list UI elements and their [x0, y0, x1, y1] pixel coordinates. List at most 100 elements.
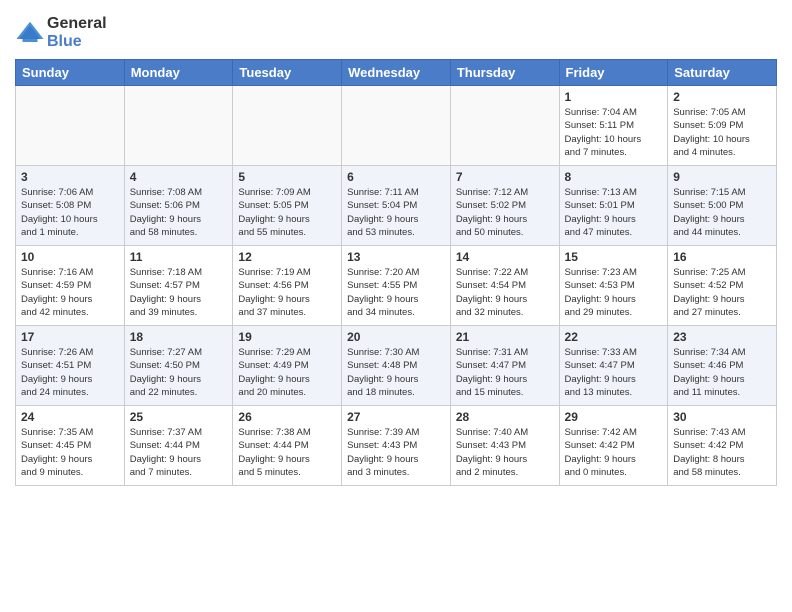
day-number: 25 [130, 410, 228, 424]
day-cell: 29 Sunrise: 7:42 AM Sunset: 4:42 PM Dayli… [559, 406, 668, 486]
day-info: Sunrise: 7:04 AM Sunset: 5:11 PM Dayligh… [565, 106, 663, 159]
day-info: Sunrise: 7:39 AM Sunset: 4:43 PM Dayligh… [347, 426, 445, 479]
day-header-friday: Friday [559, 60, 668, 86]
day-info: Sunrise: 7:19 AM Sunset: 4:56 PM Dayligh… [238, 266, 336, 319]
day-header-tuesday: Tuesday [233, 60, 342, 86]
day-info: Sunrise: 7:27 AM Sunset: 4:50 PM Dayligh… [130, 346, 228, 399]
day-cell: 16 Sunrise: 7:25 AM Sunset: 4:52 PM Dayli… [668, 246, 777, 326]
day-info: Sunrise: 7:26 AM Sunset: 4:51 PM Dayligh… [21, 346, 119, 399]
day-info: Sunrise: 7:11 AM Sunset: 5:04 PM Dayligh… [347, 186, 445, 239]
day-cell [16, 86, 125, 166]
week-row-3: 10 Sunrise: 7:16 AM Sunset: 4:59 PM Dayli… [16, 246, 777, 326]
logo-icon [15, 18, 45, 48]
day-number: 23 [673, 330, 771, 344]
day-number: 1 [565, 90, 663, 104]
day-info: Sunrise: 7:13 AM Sunset: 5:01 PM Dayligh… [565, 186, 663, 239]
day-number: 3 [21, 170, 119, 184]
day-cell: 6 Sunrise: 7:11 AM Sunset: 5:04 PM Daylig… [342, 166, 451, 246]
day-info: Sunrise: 7:05 AM Sunset: 5:09 PM Dayligh… [673, 106, 771, 159]
day-number: 22 [565, 330, 663, 344]
day-cell: 18 Sunrise: 7:27 AM Sunset: 4:50 PM Dayli… [124, 326, 233, 406]
day-cell [124, 86, 233, 166]
day-info: Sunrise: 7:34 AM Sunset: 4:46 PM Dayligh… [673, 346, 771, 399]
page-container: General Blue SundayMondayTuesdayWednesda… [0, 0, 792, 496]
day-number: 16 [673, 250, 771, 264]
day-info: Sunrise: 7:30 AM Sunset: 4:48 PM Dayligh… [347, 346, 445, 399]
day-cell: 11 Sunrise: 7:18 AM Sunset: 4:57 PM Dayli… [124, 246, 233, 326]
day-info: Sunrise: 7:37 AM Sunset: 4:44 PM Dayligh… [130, 426, 228, 479]
day-number: 20 [347, 330, 445, 344]
day-number: 19 [238, 330, 336, 344]
day-cell: 26Sunrise: 7:38 AM Sunset: 4:44 PM Dayli… [233, 406, 342, 486]
day-cell: 7 Sunrise: 7:12 AM Sunset: 5:02 PM Daylig… [450, 166, 559, 246]
day-cell [450, 86, 559, 166]
day-cell: 12 Sunrise: 7:19 AM Sunset: 4:56 PM Dayli… [233, 246, 342, 326]
day-header-monday: Monday [124, 60, 233, 86]
day-header-saturday: Saturday [668, 60, 777, 86]
day-cell: 30Sunrise: 7:43 AM Sunset: 4:42 PM Dayli… [668, 406, 777, 486]
day-cell [342, 86, 451, 166]
day-cell: 28Sunrise: 7:40 AM Sunset: 4:43 PM Dayli… [450, 406, 559, 486]
day-info: Sunrise: 7:35 AM Sunset: 4:45 PM Dayligh… [21, 426, 119, 479]
day-cell: 15Sunrise: 7:23 AM Sunset: 4:53 PM Dayli… [559, 246, 668, 326]
day-cell: 19 Sunrise: 7:29 AM Sunset: 4:49 PM Dayli… [233, 326, 342, 406]
header: General Blue [15, 10, 777, 51]
day-cell: 8 Sunrise: 7:13 AM Sunset: 5:01 PM Daylig… [559, 166, 668, 246]
day-info: Sunrise: 7:20 AM Sunset: 4:55 PM Dayligh… [347, 266, 445, 319]
day-number: 8 [565, 170, 663, 184]
day-cell [233, 86, 342, 166]
week-row-4: 17 Sunrise: 7:26 AM Sunset: 4:51 PM Dayli… [16, 326, 777, 406]
day-cell: 9 Sunrise: 7:15 AM Sunset: 5:00 PM Daylig… [668, 166, 777, 246]
day-info: Sunrise: 7:08 AM Sunset: 5:06 PM Dayligh… [130, 186, 228, 239]
day-info: Sunrise: 7:18 AM Sunset: 4:57 PM Dayligh… [130, 266, 228, 319]
day-info: Sunrise: 7:15 AM Sunset: 5:00 PM Dayligh… [673, 186, 771, 239]
day-cell: 1 Sunrise: 7:04 AM Sunset: 5:11 PM Daylig… [559, 86, 668, 166]
day-info: Sunrise: 7:29 AM Sunset: 4:49 PM Dayligh… [238, 346, 336, 399]
day-info: Sunrise: 7:42 AM Sunset: 4:42 PM Dayligh… [565, 426, 663, 479]
day-cell: 14 Sunrise: 7:22 AM Sunset: 4:54 PM Dayli… [450, 246, 559, 326]
day-number: 24 [21, 410, 119, 424]
week-row-5: 24 Sunrise: 7:35 AM Sunset: 4:45 PM Dayli… [16, 406, 777, 486]
day-number: 9 [673, 170, 771, 184]
day-number: 29 [565, 410, 663, 424]
header-row: SundayMondayTuesdayWednesdayThursdayFrid… [16, 60, 777, 86]
day-number: 6 [347, 170, 445, 184]
day-header-wednesday: Wednesday [342, 60, 451, 86]
day-cell: 20 Sunrise: 7:30 AM Sunset: 4:48 PM Dayli… [342, 326, 451, 406]
day-number: 14 [456, 250, 554, 264]
day-number: 18 [130, 330, 228, 344]
day-number: 10 [21, 250, 119, 264]
day-number: 12 [238, 250, 336, 264]
day-cell: 24 Sunrise: 7:35 AM Sunset: 4:45 PM Dayli… [16, 406, 125, 486]
week-row-2: 3 Sunrise: 7:06 AM Sunset: 5:08 PM Daylig… [16, 166, 777, 246]
day-cell: 13 Sunrise: 7:20 AM Sunset: 4:55 PM Dayli… [342, 246, 451, 326]
day-header-thursday: Thursday [450, 60, 559, 86]
day-number: 21 [456, 330, 554, 344]
day-info: Sunrise: 7:12 AM Sunset: 5:02 PM Dayligh… [456, 186, 554, 239]
day-cell: 2Sunrise: 7:05 AM Sunset: 5:09 PM Daylig… [668, 86, 777, 166]
day-info: Sunrise: 7:09 AM Sunset: 5:05 PM Dayligh… [238, 186, 336, 239]
day-cell: 4Sunrise: 7:08 AM Sunset: 5:06 PM Daylig… [124, 166, 233, 246]
day-number: 5 [238, 170, 336, 184]
day-cell: 17 Sunrise: 7:26 AM Sunset: 4:51 PM Dayli… [16, 326, 125, 406]
day-info: Sunrise: 7:25 AM Sunset: 4:52 PM Dayligh… [673, 266, 771, 319]
day-info: Sunrise: 7:38 AM Sunset: 4:44 PM Dayligh… [238, 426, 336, 479]
day-info: Sunrise: 7:16 AM Sunset: 4:59 PM Dayligh… [21, 266, 119, 319]
day-info: Sunrise: 7:31 AM Sunset: 4:47 PM Dayligh… [456, 346, 554, 399]
day-cell: 23 Sunrise: 7:34 AM Sunset: 4:46 PM Dayli… [668, 326, 777, 406]
day-number: 28 [456, 410, 554, 424]
day-cell: 3 Sunrise: 7:06 AM Sunset: 5:08 PM Daylig… [16, 166, 125, 246]
day-number: 13 [347, 250, 445, 264]
day-cell: 21 Sunrise: 7:31 AM Sunset: 4:47 PM Dayli… [450, 326, 559, 406]
day-number: 11 [130, 250, 228, 264]
logo: General Blue [15, 15, 107, 51]
day-number: 7 [456, 170, 554, 184]
week-row-1: 1 Sunrise: 7:04 AM Sunset: 5:11 PM Daylig… [16, 86, 777, 166]
day-number: 15 [565, 250, 663, 264]
day-number: 17 [21, 330, 119, 344]
day-info: Sunrise: 7:22 AM Sunset: 4:54 PM Dayligh… [456, 266, 554, 319]
calendar-table: SundayMondayTuesdayWednesdayThursdayFrid… [15, 59, 777, 486]
logo-text: General Blue [47, 15, 107, 51]
day-info: Sunrise: 7:06 AM Sunset: 5:08 PM Dayligh… [21, 186, 119, 239]
day-number: 27 [347, 410, 445, 424]
